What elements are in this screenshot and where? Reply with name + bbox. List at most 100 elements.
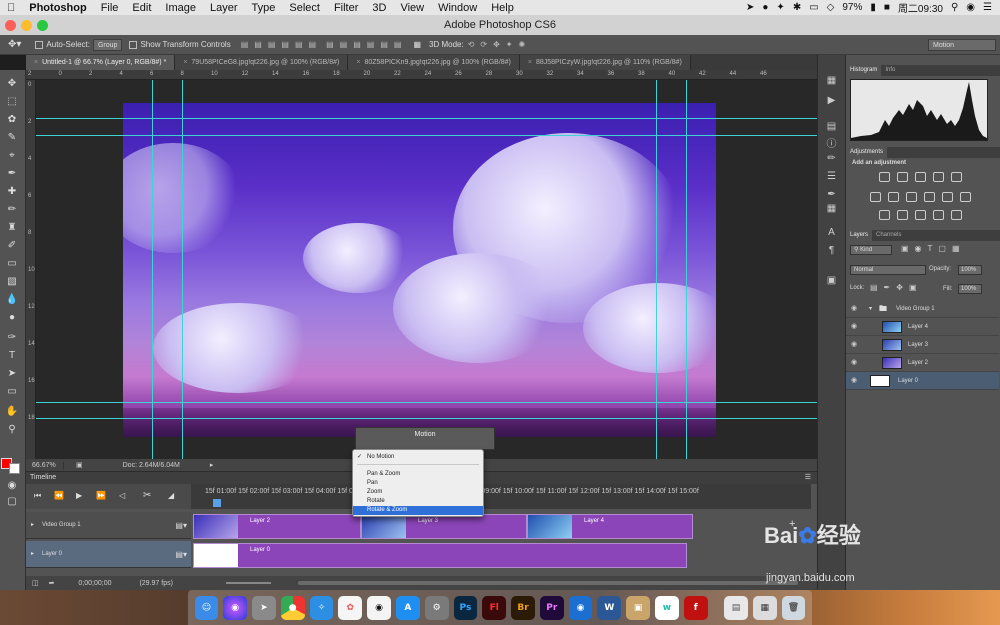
- menu-view[interactable]: View: [393, 2, 431, 14]
- channel-mixer-adjust-icon[interactable]: [942, 192, 953, 202]
- layer-row-video-group-1[interactable]: ◉ ▾ 🖿 Video Group 1: [846, 300, 999, 318]
- notification-list-icon[interactable]: ☰: [983, 2, 992, 13]
- menu-window[interactable]: Window: [431, 2, 484, 14]
- status-arrow-icon[interactable]: ▸: [210, 461, 214, 469]
- siri-icon[interactable]: ◉: [223, 595, 248, 620]
- next-frame-icon[interactable]: ⏩: [96, 491, 106, 500]
- clip-layer-4[interactable]: Layer 4: [527, 514, 693, 539]
- zoom-slider[interactable]: [226, 582, 271, 584]
- menu-option-pan-zoom[interactable]: Pan & Zoom: [353, 470, 483, 479]
- clip-layer-0[interactable]: Layer 0: [193, 543, 687, 568]
- shape-tool-icon[interactable]: ▭: [5, 386, 19, 398]
- clone-stamp-tool-icon[interactable]: ♜: [5, 222, 19, 234]
- tab-79u58[interactable]: × 79U58PICeG8.jpg!qt226.jpg @ 100% (RGB/8…: [175, 55, 349, 70]
- move-tool-icon[interactable]: ✥: [5, 78, 19, 90]
- vibrance-adjust-icon[interactable]: [951, 172, 962, 182]
- tool-presets-icon[interactable]: ✒: [825, 189, 838, 200]
- guide-line[interactable]: [36, 402, 817, 403]
- guide-line[interactable]: [36, 118, 817, 119]
- adjust-panel-icon[interactable]: ☰: [825, 171, 838, 182]
- flash-icon[interactable]: Fl: [482, 595, 507, 620]
- workspace-switcher[interactable]: Motion: [928, 38, 996, 51]
- transition-icon[interactable]: ◢: [168, 491, 174, 500]
- zoom-tool-icon[interactable]: ⚲: [5, 424, 19, 436]
- layer-filter-dropdown[interactable]: ⚲ Kind: [850, 245, 892, 255]
- opacity-input[interactable]: 100%: [958, 265, 982, 275]
- gradient-tool-icon[interactable]: ▧: [5, 276, 19, 288]
- timeline-scrollbar[interactable]: [298, 581, 798, 585]
- photoshop-icon[interactable]: Ps: [453, 595, 478, 620]
- crop-tool-icon[interactable]: ⌖: [5, 150, 19, 162]
- tab-layers[interactable]: Layers: [846, 230, 873, 241]
- menu-option-rotate[interactable]: Rotate: [353, 497, 483, 506]
- menu-layer[interactable]: Layer: [203, 2, 245, 14]
- properties-panel-icon[interactable]: ▤: [825, 121, 838, 132]
- tab-adjustments[interactable]: Adjustments: [846, 147, 888, 158]
- track-layer-0[interactable]: ▸ Layer 0 ▤▾: [26, 541, 191, 568]
- trash-icon[interactable]: 🗑: [781, 595, 806, 620]
- dropbox-icon[interactable]: ✦: [776, 2, 784, 13]
- menu-option-no-motion[interactable]: ✓ No Motion: [353, 453, 483, 462]
- close-tab-icon[interactable]: ×: [183, 59, 187, 66]
- finder-icon[interactable]: ☺: [194, 595, 219, 620]
- show-transform-checkbox[interactable]: [129, 40, 138, 49]
- bluetooth-icon[interactable]: ✱: [793, 2, 801, 13]
- layer-row-layer-2[interactable]: ◉ Layer 2: [846, 354, 999, 372]
- launchpad-icon[interactable]: ➤: [252, 595, 276, 620]
- visibility-eye-icon[interactable]: ◉: [851, 318, 861, 336]
- 3d-panel-icon[interactable]: ▣: [825, 275, 838, 286]
- brush-panel-icon[interactable]: ✏: [825, 153, 838, 164]
- 3d-mode-icons[interactable]: ⟲⟳✥✦✺: [468, 40, 532, 49]
- align-icons[interactable]: ▤▤▤▤▤▤: [241, 40, 322, 49]
- tab-histogram[interactable]: Histogram: [846, 65, 882, 76]
- type-tool-icon[interactable]: T: [5, 350, 19, 362]
- menu-option-zoom[interactable]: Zoom: [353, 488, 483, 497]
- history-brush-tool-icon[interactable]: ✐: [5, 240, 19, 252]
- invert-adjust-icon[interactable]: [879, 210, 890, 220]
- close-window-button[interactable]: [5, 20, 16, 31]
- canvas-area[interactable]: [36, 80, 817, 459]
- premiere-icon[interactable]: Pr: [539, 595, 564, 620]
- flash-player-icon[interactable]: f: [683, 595, 708, 620]
- close-tab-icon[interactable]: ×: [528, 59, 532, 66]
- clip-layer-3[interactable]: Layer 3: [361, 514, 527, 539]
- menu-option-pan[interactable]: Pan: [353, 479, 483, 488]
- minimize-window-button[interactable]: [21, 20, 32, 31]
- marquee-tool-icon[interactable]: ⬚: [5, 96, 19, 108]
- guide-line[interactable]: [36, 418, 817, 419]
- battery-icon[interactable]: ▮: [870, 2, 876, 13]
- zoom-level[interactable]: 66.67%: [26, 461, 64, 469]
- clone-source-icon[interactable]: ▦: [825, 203, 838, 214]
- photo-filter-adjust-icon[interactable]: [924, 192, 935, 202]
- brightness-adjust-icon[interactable]: [879, 172, 890, 182]
- posterize-adjust-icon[interactable]: [897, 210, 908, 220]
- clock[interactable]: 周二09:30: [898, 0, 943, 15]
- character-panel-icon[interactable]: A: [825, 227, 838, 238]
- chrome-icon[interactable]: ●: [280, 595, 305, 620]
- quick-select-tool-icon[interactable]: ✎: [5, 132, 19, 144]
- layer-filter-icons[interactable]: ▣◉T▢▦: [901, 244, 966, 253]
- wunderlist-icon[interactable]: w: [655, 595, 679, 620]
- track-video-group-1[interactable]: ▸ Video Group 1 ▤▾: [26, 512, 191, 539]
- exposure-adjust-icon[interactable]: [933, 172, 944, 182]
- photos-icon[interactable]: ✿: [338, 595, 363, 620]
- hand-tool-icon[interactable]: ✋: [5, 406, 19, 418]
- close-tab-icon[interactable]: ×: [34, 59, 38, 66]
- tab-untitled-1[interactable]: × Untitled-1 @ 66.7% (Layer 0, RGB/8#) *: [26, 55, 176, 70]
- blur-tool-icon[interactable]: 💧: [5, 294, 19, 306]
- visibility-eye-icon[interactable]: ◉: [851, 300, 861, 318]
- hue-adjust-icon[interactable]: [870, 192, 881, 202]
- menu-help[interactable]: Help: [484, 2, 521, 14]
- menu-edit[interactable]: Edit: [125, 2, 158, 14]
- history-panel-icon[interactable]: ▦: [825, 75, 838, 86]
- lock-icons[interactable]: ▤✒✥▣: [870, 283, 923, 292]
- selective-color-adjust-icon[interactable]: [933, 210, 944, 220]
- split-clip-icon[interactable]: ✂: [143, 490, 151, 501]
- curves-adjust-icon[interactable]: [915, 172, 926, 182]
- fill-input[interactable]: 100%: [958, 284, 982, 294]
- levels-adjust-icon[interactable]: [897, 172, 908, 182]
- panel-menu-icon[interactable]: ☰: [805, 472, 811, 484]
- auto-select-checkbox[interactable]: [35, 40, 44, 49]
- bw-adjust-icon[interactable]: [906, 192, 917, 202]
- edge-icon[interactable]: ◉: [568, 595, 593, 620]
